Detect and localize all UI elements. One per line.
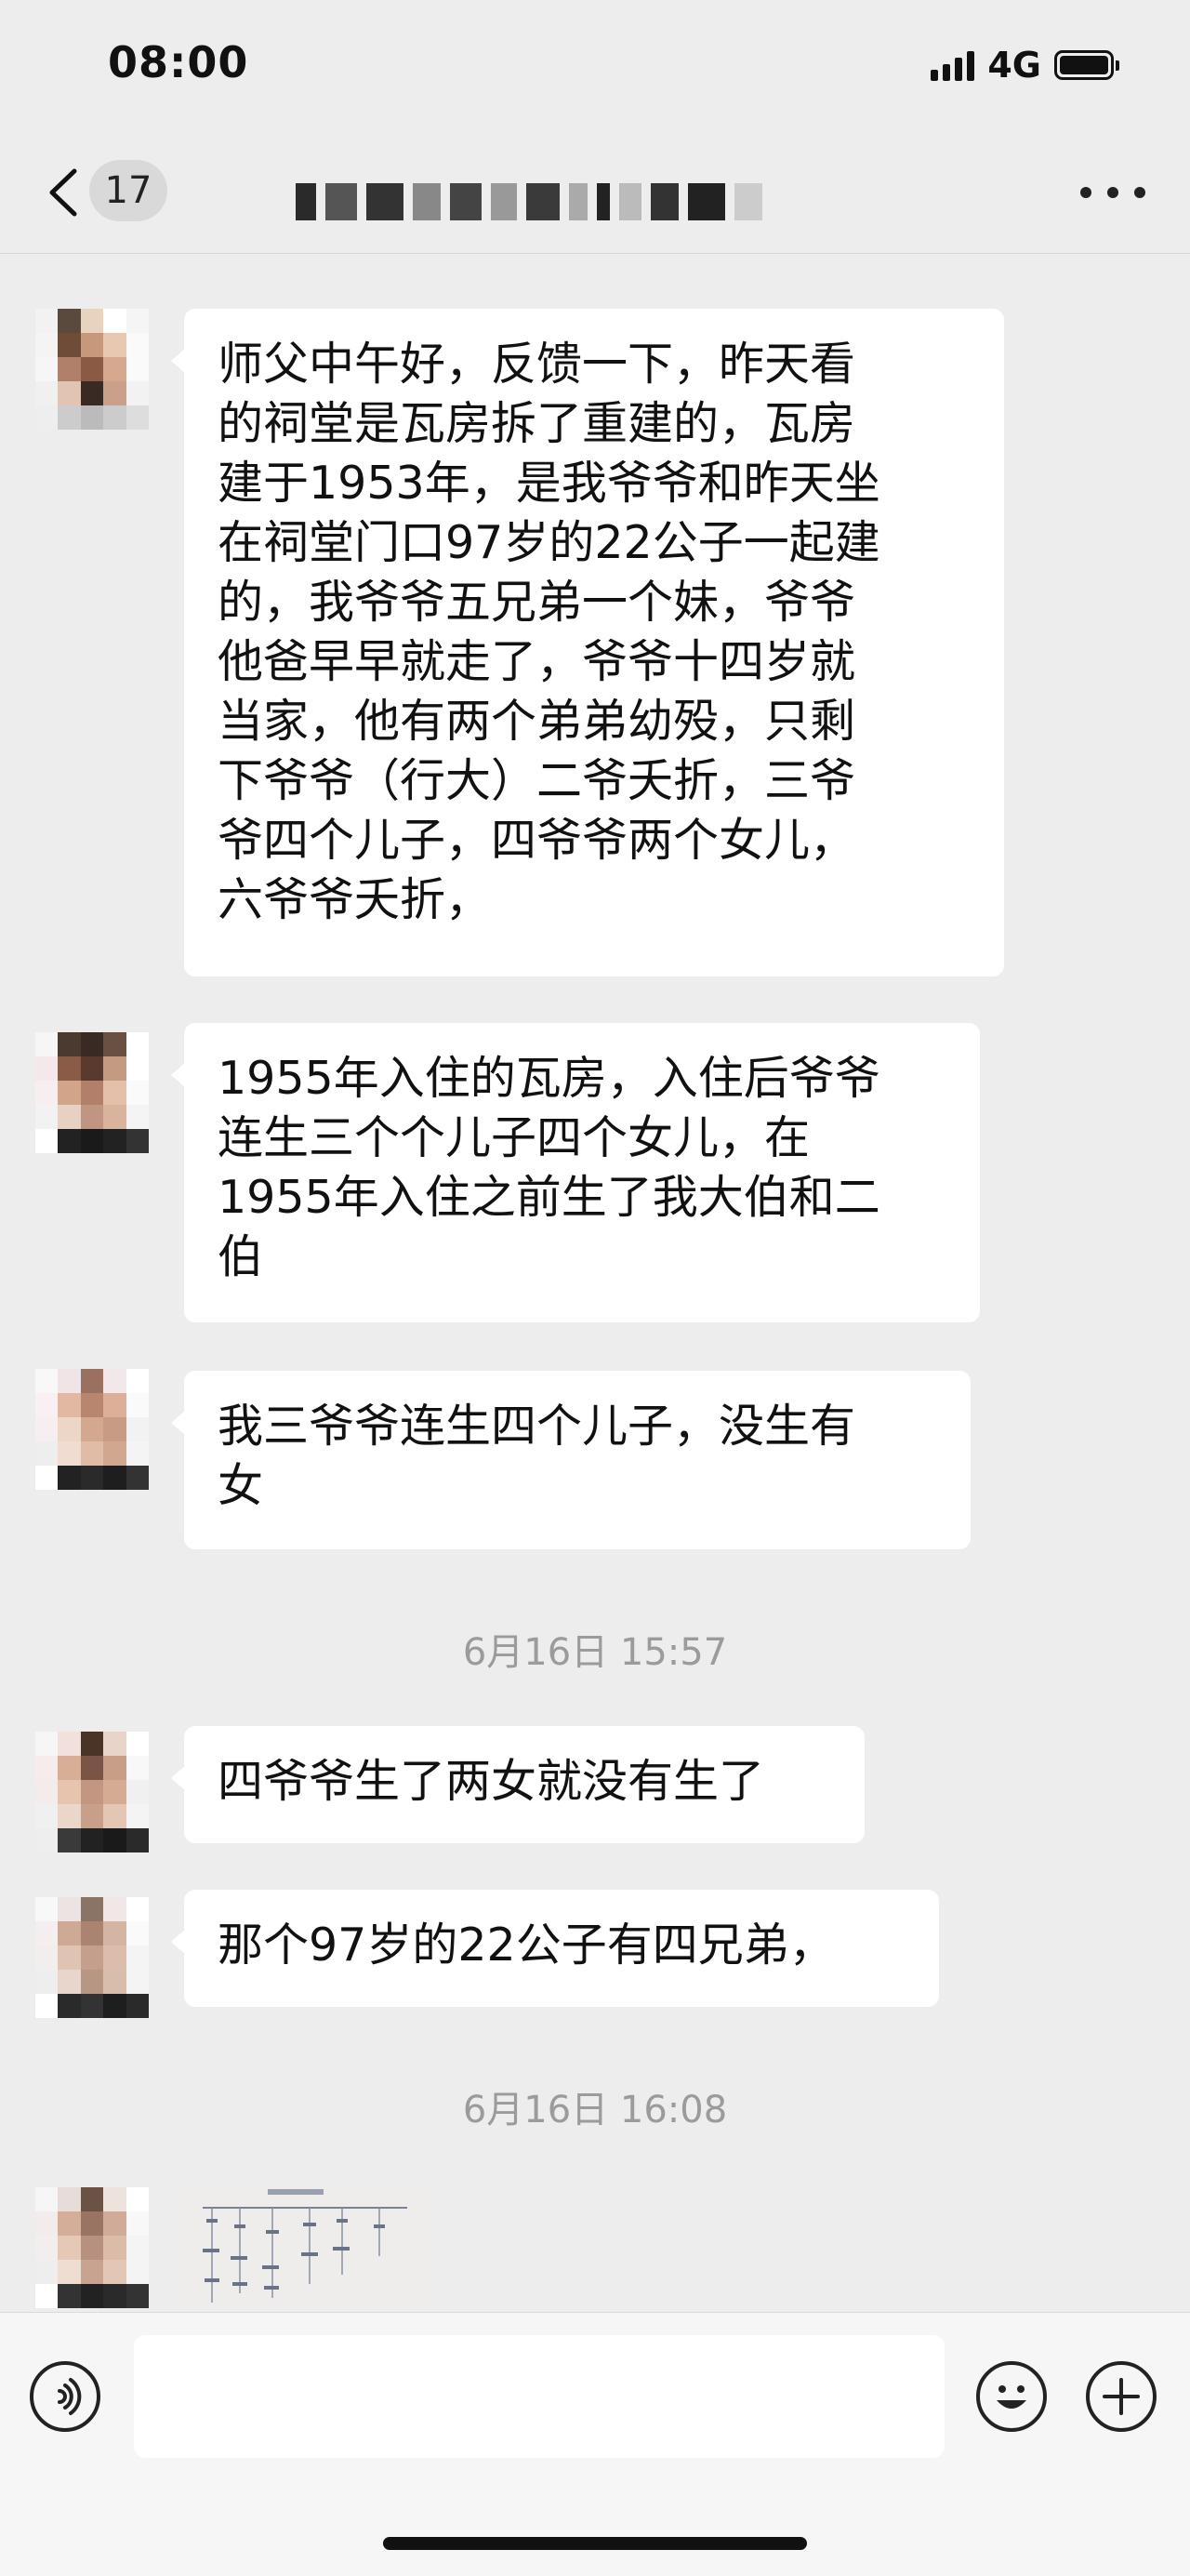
more-options-button[interactable] xyxy=(1080,179,1145,206)
avatar[interactable] xyxy=(35,1369,149,1490)
message-input[interactable] xyxy=(134,2335,945,2458)
smiley-icon xyxy=(997,2385,1026,2409)
timestamp: 6月16日 15:57 xyxy=(462,1631,728,1674)
more-functions-button[interactable] xyxy=(1086,2361,1157,2432)
document-photo-icon xyxy=(184,2182,426,2312)
plus-icon xyxy=(1103,2378,1140,2415)
more-dot-icon xyxy=(1134,187,1145,198)
chevron-left-icon xyxy=(49,168,77,217)
more-dot-icon xyxy=(1080,187,1091,198)
message-bubble[interactable]: 1955年入住的瓦房，入住后爷爷 连生三个个儿子四个女儿，在 1955年入住之前… xyxy=(171,1023,980,1322)
message-bubble[interactable]: 四爷爷生了两女就没有生了 xyxy=(171,1726,865,1843)
avatar[interactable] xyxy=(35,1897,149,2018)
avatar[interactable] xyxy=(35,309,149,430)
message-bubble[interactable]: 我三爷爷连生四个儿子，没生有 女 xyxy=(171,1371,971,1549)
timestamp: 6月16日 16:08 xyxy=(462,2089,728,2131)
message-bubble[interactable]: 那个97岁的22公子有四兄弟， xyxy=(171,1890,939,2007)
unread-count-badge[interactable]: 17 xyxy=(89,160,167,221)
avatar[interactable] xyxy=(35,1732,149,1852)
avatar[interactable] xyxy=(35,1032,149,1153)
battery-icon xyxy=(1054,50,1119,80)
chat-title-redacted xyxy=(296,179,762,225)
image-message-thumbnail[interactable] xyxy=(184,2182,426,2312)
voice-input-button[interactable] xyxy=(30,2361,100,2432)
voice-icon xyxy=(58,2378,82,2415)
message-bubble[interactable]: 师父中午好，反馈一下，昨天看 的祠堂是瓦房拆了重建的，瓦房 建于1953年，是我… xyxy=(171,309,1004,976)
status-icons: 4G xyxy=(931,45,1119,86)
clock: 08:00 xyxy=(108,37,249,87)
signal-icon xyxy=(931,49,975,81)
home-indicator[interactable] xyxy=(383,2537,807,2550)
network-type: 4G xyxy=(987,45,1041,86)
emoji-button[interactable] xyxy=(976,2361,1047,2432)
more-dot-icon xyxy=(1107,187,1118,198)
status-bar: 08:00 4G xyxy=(0,0,1190,139)
avatar[interactable] xyxy=(35,2187,149,2308)
back-button[interactable] xyxy=(37,160,93,225)
